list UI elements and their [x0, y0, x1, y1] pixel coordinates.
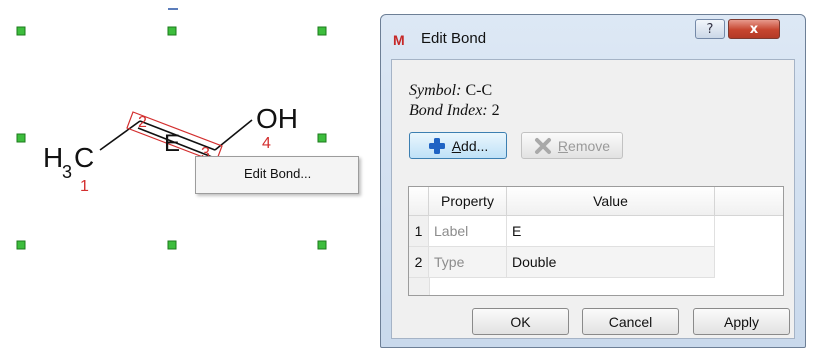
row-number-header [409, 187, 429, 215]
column-header-value[interactable]: Value [507, 187, 715, 215]
dialog-title: Edit Bond [421, 30, 487, 47]
table-header: Property Value [409, 187, 783, 216]
selection-handle[interactable] [16, 133, 26, 143]
row-number: 1 [409, 216, 429, 247]
dialog-body: Symbol: C-C Bond Index: 2 Add... Remove … [391, 59, 795, 339]
atom-oh[interactable]: OH [256, 103, 298, 134]
column-header-property[interactable]: Property [429, 187, 507, 215]
c1-subscript: 3 [62, 162, 72, 182]
edit-bond-dialog: M Edit Bond ? x Symbol: C-C Bond Index: … [380, 14, 806, 348]
row-number-gutter [409, 278, 430, 295]
selection-handle[interactable] [167, 240, 177, 250]
molecule-canvas[interactable]: H 3 C 1 E 2 3 OH 4 Edit Bond... [0, 0, 370, 349]
title-bar[interactable]: M Edit Bond ? x [381, 15, 805, 59]
remove-x-icon [534, 137, 552, 155]
ok-button[interactable]: OK [472, 308, 569, 335]
row-number: 2 [409, 247, 429, 278]
table-row[interactable]: 1 Label E [409, 216, 783, 247]
selection-handle[interactable] [167, 26, 177, 36]
bond-label-e: E [164, 130, 180, 157]
selection-handle[interactable] [317, 133, 327, 143]
add-button-label: dd... [461, 137, 489, 154]
column-header-filler [715, 187, 783, 215]
close-button[interactable]: x [728, 19, 780, 39]
remove-button-accel: R [557, 137, 569, 154]
value-cell[interactable]: Double [507, 247, 715, 278]
context-menu: Edit Bond... [195, 156, 359, 194]
plus-icon [428, 137, 446, 155]
add-button[interactable]: Add... [409, 132, 507, 159]
property-cell: Type [429, 247, 507, 278]
app-logo-icon: M [393, 32, 405, 48]
bond-index-key: Bond Index: [409, 102, 488, 119]
bond-index-label-2: 2 [138, 114, 147, 131]
single-bond-left [99, 120, 141, 151]
apply-button[interactable]: Apply [693, 308, 790, 335]
bond-index-value: 2 [491, 102, 500, 119]
menu-item-edit-bond[interactable]: Edit Bond... [198, 159, 356, 191]
symbol-line: Symbol: C-C [409, 82, 492, 100]
selection-handle[interactable] [317, 26, 327, 36]
selection-handle[interactable] [16, 26, 26, 36]
table-row[interactable]: 2 Type Double [409, 247, 783, 278]
add-button-accel: A [451, 137, 462, 154]
selection-handle[interactable] [317, 240, 327, 250]
symbol-key: Symbol: [409, 82, 462, 99]
properties-table: Property Value 1 Label E 2 Type Double [408, 186, 784, 296]
c1-c: C [74, 142, 94, 173]
atom-index-4: 4 [262, 135, 271, 152]
bond-index-line: Bond Index: 2 [409, 102, 500, 120]
c1-h: H [43, 142, 63, 173]
cancel-button[interactable]: Cancel [582, 308, 679, 335]
atom-index-1: 1 [80, 178, 89, 195]
value-cell[interactable]: E [507, 216, 715, 247]
help-button[interactable]: ? [695, 19, 725, 39]
selection-handle[interactable] [16, 240, 26, 250]
atom-c1[interactable]: H 3 C [43, 142, 94, 182]
remove-button[interactable]: Remove [521, 132, 623, 159]
property-cell: Label [429, 216, 507, 247]
symbol-value: C-C [465, 82, 493, 99]
remove-button-label: emove [568, 137, 611, 154]
